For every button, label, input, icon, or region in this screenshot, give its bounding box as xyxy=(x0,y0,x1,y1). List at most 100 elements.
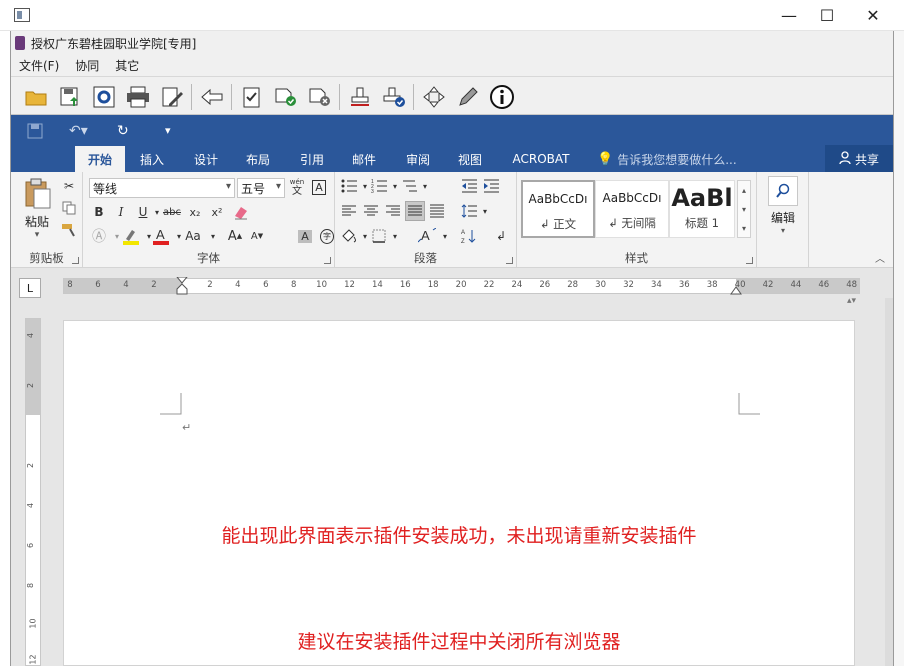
bold-button[interactable]: B xyxy=(89,202,109,222)
ruler-tick-label: 10 xyxy=(316,280,327,290)
ruler-tick-label: 18 xyxy=(427,280,439,290)
redo-icon[interactable]: ↻ xyxy=(117,123,129,139)
print-icon[interactable] xyxy=(125,84,151,110)
change-case-dropdown-icon[interactable]: ▾ xyxy=(203,226,223,246)
verify-stamp-icon[interactable] xyxy=(381,84,407,110)
style-normal[interactable]: AaBbCcDı ↲ 正文 xyxy=(521,180,595,238)
enclose-char-glyph: 字 xyxy=(320,228,334,244)
editing-button[interactable]: 编辑 ▾ xyxy=(763,176,803,235)
sort-icon[interactable]: AZ xyxy=(459,226,479,246)
maximize-button[interactable]: ☐ xyxy=(804,0,850,31)
vertical-ruler[interactable]: 4 2 2 4 6 8 10 12 xyxy=(25,318,41,666)
change-case-button[interactable]: Aa xyxy=(181,226,205,246)
italic-button[interactable]: I xyxy=(111,202,131,222)
copy-icon[interactable] xyxy=(59,198,79,218)
enclose-char-button[interactable]: 字 xyxy=(317,226,337,246)
edit-document-icon[interactable] xyxy=(159,84,185,110)
ruler-tick-label: 48 xyxy=(846,280,858,290)
stamp-icon[interactable] xyxy=(347,84,373,110)
chinese-layout-dropdown-icon[interactable]: ▾ xyxy=(435,226,455,246)
tab-design[interactable]: 设计 xyxy=(181,146,231,172)
shrink-font-button[interactable]: A ▼ xyxy=(247,226,267,246)
back-arrow-icon[interactable] xyxy=(199,84,225,110)
char-shading-button[interactable]: A xyxy=(295,226,315,246)
tab-view[interactable]: 视图 xyxy=(445,146,495,172)
paste-button[interactable]: 粘贴 ▾ xyxy=(19,178,55,240)
grow-font-button[interactable]: A ▲ xyxy=(225,226,245,246)
horizontal-ruler[interactable]: 8 6 4 2 2 4 6 8 10 12 14 16 18 20 22 24 26 28 30 32 34 36… xyxy=(63,277,860,295)
ruler-tick-label: 14 xyxy=(371,280,383,290)
paragraph-launcher[interactable] xyxy=(506,257,513,264)
show-marks-icon[interactable]: ↲ xyxy=(491,226,511,246)
format-painter-icon[interactable] xyxy=(59,220,79,240)
share-label: 共享 xyxy=(854,152,879,167)
undo-icon[interactable]: ↶▾ xyxy=(69,123,88,139)
clear-formatting-icon[interactable] xyxy=(231,202,251,222)
font-color-icon[interactable]: A xyxy=(151,226,171,246)
align-right-icon[interactable] xyxy=(383,201,403,221)
font-launcher[interactable] xyxy=(324,257,331,264)
group-styles: AaBbCcDı ↲ 正文 AaBbCcDı ↲ 无间隔 AaBl 标题 1 ▴… xyxy=(517,172,757,268)
save-upload-icon[interactable] xyxy=(57,84,83,110)
highlight-color-icon[interactable] xyxy=(121,226,141,246)
menu-file[interactable]: 文件(F) xyxy=(11,57,67,74)
document-page[interactable]: ↵ 能出现此界面表示插件安装成功，未出现请重新安装插件 建议在安装插件过程中关闭… xyxy=(63,320,855,666)
document-workspace: L 8 6 4 2 2 4 6 8 10 12 14 16 18 20 22 24 26 28 30 32 34… xyxy=(11,268,893,666)
tab-references[interactable]: 引用 xyxy=(287,146,337,172)
lightbulb-icon: 💡 xyxy=(597,151,614,167)
tab-acrobat[interactable]: ACROBAT xyxy=(501,146,581,172)
indent-marker-left[interactable] xyxy=(176,277,188,295)
increase-indent-icon[interactable] xyxy=(481,176,501,196)
pen-icon[interactable] xyxy=(455,84,481,110)
ruler-tick-label: 34 xyxy=(650,280,662,290)
phonetic-guide-button[interactable]: wén 文 xyxy=(287,177,307,197)
quick-save-icon[interactable] xyxy=(27,123,43,143)
chinese-layout-icon[interactable]: A xyxy=(417,226,437,246)
close-button[interactable]: ✕ xyxy=(850,0,896,31)
collapse-ribbon-icon[interactable]: ︿ xyxy=(875,250,885,265)
vertical-scrollbar[interactable] xyxy=(885,298,893,666)
font-name-select[interactable]: 等线 xyxy=(89,178,235,198)
tab-review[interactable]: 审阅 xyxy=(393,146,443,172)
info-icon[interactable] xyxy=(489,84,515,110)
approve-document-icon[interactable] xyxy=(273,84,299,110)
checklist-document-icon[interactable] xyxy=(239,84,265,110)
style-heading-1[interactable]: AaBl 标题 1 xyxy=(669,180,735,238)
tell-me-search[interactable]: 💡 告诉我您想要做什么... xyxy=(597,146,737,172)
tab-insert[interactable]: 插入 xyxy=(127,146,177,172)
menu-collaborate[interactable]: 协同 xyxy=(67,57,107,74)
tab-layout[interactable]: 布局 xyxy=(233,146,283,172)
strikethrough-button[interactable]: abc xyxy=(159,202,185,222)
cut-icon[interactable]: ✂ xyxy=(59,176,79,196)
reject-document-icon[interactable] xyxy=(307,84,333,110)
align-left-icon[interactable] xyxy=(339,201,359,221)
settings-gear-icon[interactable] xyxy=(91,84,117,110)
justify-icon[interactable] xyxy=(405,201,425,221)
decrease-indent-icon[interactable] xyxy=(459,176,479,196)
align-center-icon[interactable] xyxy=(361,201,381,221)
line-spacing-dropdown-icon[interactable]: ▾ xyxy=(475,201,495,221)
clipboard-launcher[interactable] xyxy=(72,257,79,264)
borders-dropdown-icon[interactable]: ▾ xyxy=(385,226,405,246)
customize-qat-icon[interactable]: ▾ xyxy=(165,124,171,137)
menu-other[interactable]: 其它 xyxy=(107,57,147,74)
move-arrows-icon[interactable] xyxy=(421,84,447,110)
font-size-select[interactable]: 五号 xyxy=(237,178,285,198)
indent-marker-right[interactable] xyxy=(730,285,742,295)
superscript-button[interactable]: x² xyxy=(207,202,227,222)
char-border-button[interactable]: A xyxy=(309,177,329,197)
styles-launcher[interactable] xyxy=(746,257,753,264)
multilevel-dropdown-icon[interactable]: ▾ xyxy=(415,176,435,196)
ruler-tick-label: 42 xyxy=(762,280,774,290)
subscript-button[interactable]: x₂ xyxy=(185,202,205,222)
distributed-icon[interactable] xyxy=(427,201,447,221)
text-effects-icon[interactable]: Ⓐ xyxy=(89,226,109,246)
style-no-spacing[interactable]: AaBbCcDı ↲ 无间隔 xyxy=(595,180,669,238)
share-button[interactable]: 共享 xyxy=(825,145,893,173)
tab-stop-selector[interactable]: L xyxy=(19,278,41,298)
open-folder-icon[interactable] xyxy=(23,84,49,110)
tab-mailings[interactable]: 邮件 xyxy=(339,146,389,172)
ruler-toggle-icon[interactable]: ▴▾ xyxy=(847,296,856,306)
styles-scroll[interactable]: ▴ ▾ ▾ xyxy=(737,180,751,238)
tab-home[interactable]: 开始 xyxy=(75,146,125,172)
